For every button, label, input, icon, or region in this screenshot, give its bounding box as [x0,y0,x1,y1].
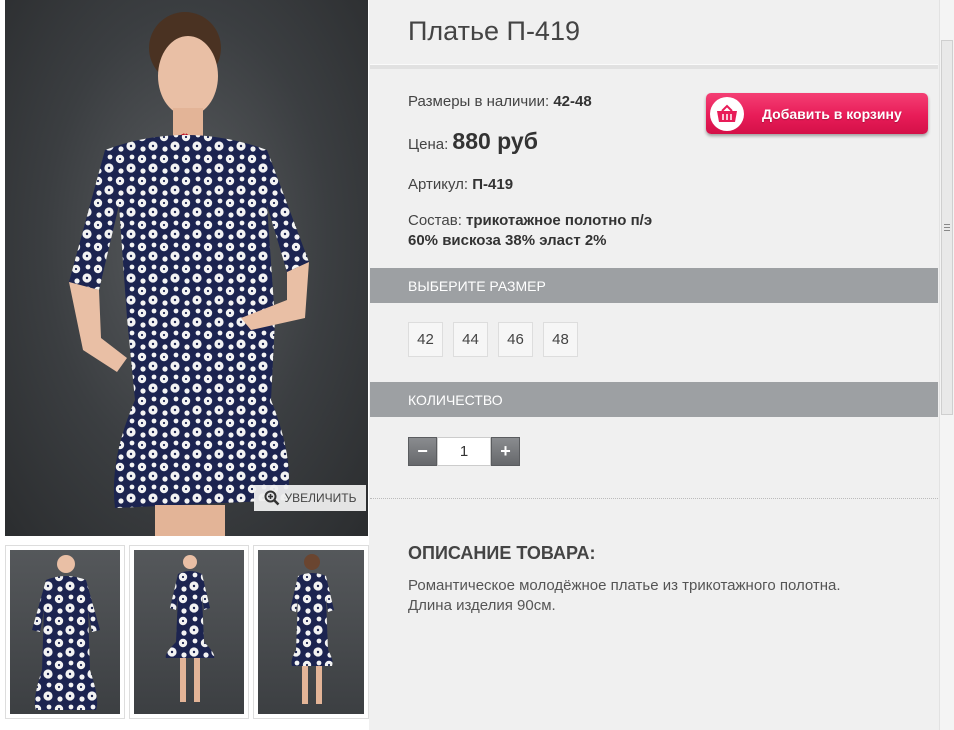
description-line1: Романтическое молодёжное платье из трико… [408,577,841,594]
scrollbar-grip-icon [944,224,950,233]
composition-line2: 60% вискоза 38% эласт 2% [408,232,607,249]
product-gallery: УВЕЛИЧИТЬ [0,0,369,730]
thumbnail-back[interactable] [253,545,369,719]
sizes-label: Размеры в наличии: [408,93,550,110]
title-divider [370,64,938,69]
zoom-label: УВЕЛИЧИТЬ [284,491,357,505]
description-text: Романтическое молодёжное платье из трико… [408,576,918,616]
quantity-section-header: КОЛИЧЕСТВО [370,382,938,417]
basket-icon-badge [710,96,744,131]
add-to-cart-label: Добавить в корзину [762,105,902,122]
vertical-scrollbar[interactable] [939,0,954,730]
quantity-increase-button[interactable]: + [491,437,520,466]
thumbnail-full-length-illustration [165,555,215,702]
scrollbar-thumb[interactable] [941,40,953,415]
thumbnail-strip [5,545,369,721]
thumbnail-back-image [258,550,364,714]
size-option-42[interactable]: 42 [408,322,443,357]
sizes-available: Размеры в наличии: 42-48 [408,93,592,110]
thumbnail-front[interactable] [5,545,125,719]
quantity-input[interactable] [437,437,491,466]
thumbnail-back-illustration [290,554,334,704]
zoom-button[interactable]: УВЕЛИЧИТЬ [254,485,366,511]
price-row: Цена: 880 руб [408,128,538,155]
model-in-dress-illustration [69,12,309,536]
thumbnail-front-image [10,550,120,714]
composition-line1: трикотажное полотно п/э [466,212,653,229]
sizes-value: 42-48 [553,93,592,110]
composition-row: Состав: трикотажное полотно п/э 60% виск… [408,211,652,251]
thumbnail-full-length[interactable] [129,545,249,719]
quantity-decrease-button[interactable]: − [408,437,437,466]
description-line2: Длина изделия 90см. [408,597,556,614]
size-option-46[interactable]: 46 [498,322,533,357]
add-to-cart-button[interactable]: Добавить в корзину [706,93,928,134]
size-option-48[interactable]: 48 [543,322,578,357]
size-section-header: ВЫБЕРИТЕ РАЗМЕР [370,268,938,303]
price-value: 880 руб [452,128,538,154]
sku-value: П-419 [472,176,514,193]
magnifier-plus-icon [264,490,279,506]
thumbnail-full-length-image [134,550,244,714]
basket-icon [717,104,737,122]
thumbnail-front-illustration [32,555,100,710]
main-product-photo[interactable]: УВЕЛИЧИТЬ [5,0,368,536]
product-title: Платье П-419 [408,16,580,46]
composition-label: Состав: [408,212,462,229]
section-divider [370,498,938,499]
sku-row: Артикул: П-419 [408,176,513,193]
product-info-panel: Платье П-419 Размеры в наличии: 42-48 Це… [370,0,938,730]
price-label: Цена: [408,136,449,153]
size-option-44[interactable]: 44 [453,322,488,357]
description-heading: ОПИСАНИЕ ТОВАРА: [408,543,596,563]
sku-label: Артикул: [408,176,469,193]
